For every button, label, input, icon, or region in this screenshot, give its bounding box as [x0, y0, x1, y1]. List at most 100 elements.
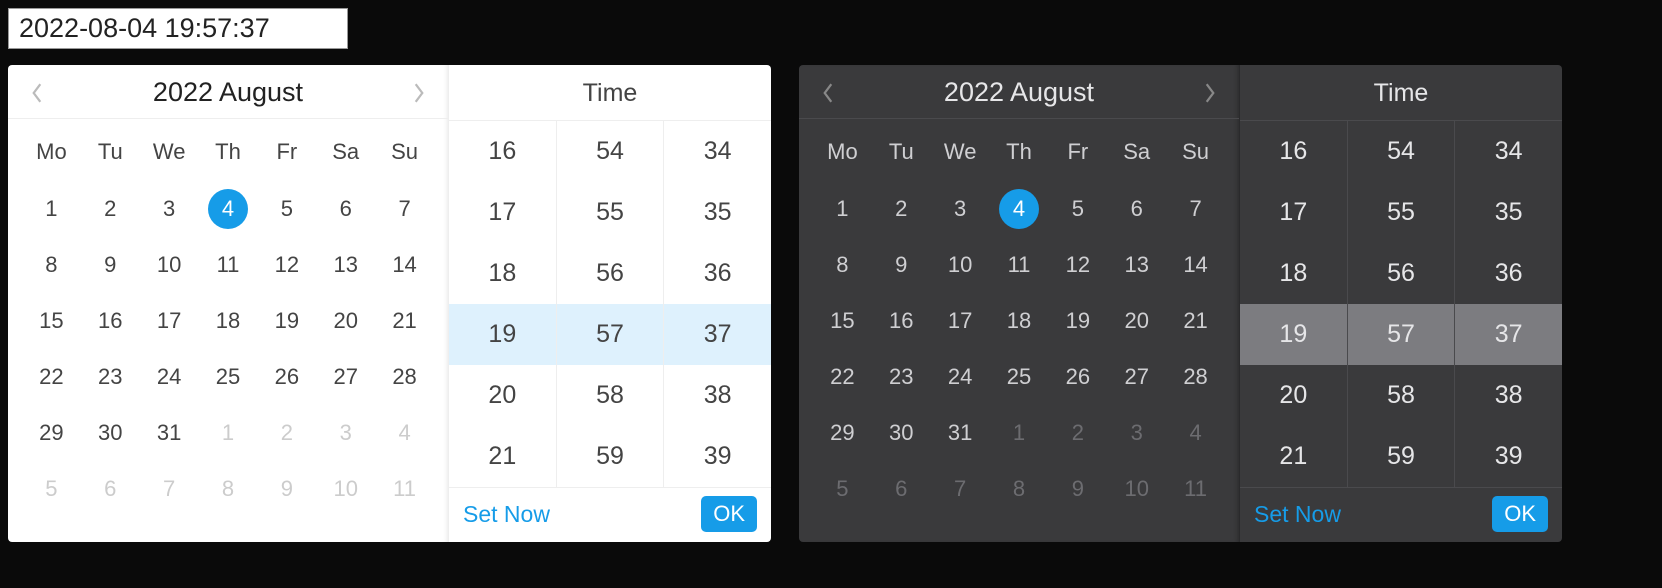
day-cell[interactable]: 12: [257, 239, 316, 291]
set-now-button[interactable]: Set Now: [463, 501, 550, 528]
time-cell[interactable]: 36: [1455, 243, 1562, 304]
day-cell[interactable]: 6: [1107, 183, 1166, 235]
day-cell[interactable]: 4: [375, 407, 434, 459]
day-cell[interactable]: 8: [813, 239, 872, 291]
day-cell[interactable]: 24: [140, 351, 199, 403]
day-cell[interactable]: 10: [316, 463, 375, 515]
time-cell[interactable]: 59: [557, 426, 664, 487]
day-cell[interactable]: 3: [140, 183, 199, 235]
day-cell[interactable]: 31: [140, 407, 199, 459]
time-cell[interactable]: 16: [449, 121, 556, 182]
day-cell[interactable]: 13: [316, 239, 375, 291]
day-cell[interactable]: 10: [140, 239, 199, 291]
day-cell[interactable]: 26: [257, 351, 316, 403]
day-cell[interactable]: 5: [813, 463, 872, 515]
day-cell[interactable]: 6: [872, 463, 931, 515]
time-cell[interactable]: 35: [664, 182, 771, 243]
day-cell[interactable]: 2: [1048, 407, 1107, 459]
prev-month-button[interactable]: [26, 82, 48, 104]
day-cell[interactable]: 11: [199, 239, 258, 291]
day-cell[interactable]: 27: [1107, 351, 1166, 403]
day-cell[interactable]: 31: [931, 407, 990, 459]
day-cell[interactable]: 10: [1107, 463, 1166, 515]
day-cell[interactable]: 25: [199, 351, 258, 403]
minute-column[interactable]: 545556575859: [556, 121, 664, 487]
day-cell[interactable]: 13: [1107, 239, 1166, 291]
next-month-button[interactable]: [408, 82, 430, 104]
day-cell[interactable]: 2: [81, 183, 140, 235]
day-cell[interactable]: 6: [81, 463, 140, 515]
day-cell[interactable]: 11: [375, 463, 434, 515]
day-cell[interactable]: 27: [316, 351, 375, 403]
next-month-button[interactable]: [1199, 82, 1221, 104]
time-cell[interactable]: 57: [557, 304, 664, 365]
hour-column[interactable]: 161718192021: [449, 121, 556, 487]
day-cell[interactable]: 8: [22, 239, 81, 291]
day-cell[interactable]: 11: [990, 239, 1049, 291]
day-cell[interactable]: 5: [257, 183, 316, 235]
day-cell[interactable]: 2: [872, 183, 931, 235]
time-cell[interactable]: 56: [557, 243, 664, 304]
day-cell[interactable]: 22: [813, 351, 872, 403]
day-cell[interactable]: 23: [81, 351, 140, 403]
day-cell[interactable]: 14: [1166, 239, 1225, 291]
time-cell[interactable]: 54: [557, 121, 664, 182]
day-cell[interactable]: 3: [1107, 407, 1166, 459]
day-cell[interactable]: 7: [1166, 183, 1225, 235]
day-cell[interactable]: 20: [316, 295, 375, 347]
time-cell[interactable]: 37: [664, 304, 771, 365]
day-cell[interactable]: 12: [1048, 239, 1107, 291]
day-cell[interactable]: 5: [22, 463, 81, 515]
time-cell[interactable]: 57: [1348, 304, 1455, 365]
datetime-input[interactable]: [8, 8, 348, 49]
time-cell[interactable]: 21: [449, 426, 556, 487]
day-cell[interactable]: 22: [22, 351, 81, 403]
minute-column[interactable]: 545556575859: [1347, 121, 1455, 487]
time-cell[interactable]: 55: [1348, 182, 1455, 243]
ok-button[interactable]: OK: [701, 496, 757, 532]
day-cell[interactable]: 28: [1166, 351, 1225, 403]
time-cell[interactable]: 17: [449, 182, 556, 243]
day-cell[interactable]: 3: [931, 183, 990, 235]
day-cell[interactable]: 8: [199, 463, 258, 515]
day-cell[interactable]: 26: [1048, 351, 1107, 403]
time-cell[interactable]: 59: [1348, 426, 1455, 487]
day-cell[interactable]: 8: [990, 463, 1049, 515]
time-cell[interactable]: 20: [1240, 365, 1347, 426]
time-cell[interactable]: 58: [557, 365, 664, 426]
time-cell[interactable]: 16: [1240, 121, 1347, 182]
day-cell[interactable]: 5: [1048, 183, 1107, 235]
day-cell[interactable]: 28: [375, 351, 434, 403]
time-cell[interactable]: 55: [557, 182, 664, 243]
time-cell[interactable]: 17: [1240, 182, 1347, 243]
day-cell[interactable]: 16: [872, 295, 931, 347]
day-cell[interactable]: 16: [81, 295, 140, 347]
time-cell[interactable]: 54: [1348, 121, 1455, 182]
day-cell[interactable]: 2: [257, 407, 316, 459]
second-column[interactable]: 343536373839: [1454, 121, 1562, 487]
time-cell[interactable]: 39: [1455, 426, 1562, 487]
time-cell[interactable]: 56: [1348, 243, 1455, 304]
hour-column[interactable]: 161718192021: [1240, 121, 1347, 487]
day-cell[interactable]: 30: [81, 407, 140, 459]
time-cell[interactable]: 19: [1240, 304, 1347, 365]
day-cell[interactable]: 17: [931, 295, 990, 347]
year-month-label[interactable]: 2022 August: [153, 77, 303, 108]
time-cell[interactable]: 21: [1240, 426, 1347, 487]
day-cell[interactable]: 9: [1048, 463, 1107, 515]
day-cell[interactable]: 19: [1048, 295, 1107, 347]
time-cell[interactable]: 18: [1240, 243, 1347, 304]
time-cell[interactable]: 35: [1455, 182, 1562, 243]
day-cell[interactable]: 18: [199, 295, 258, 347]
time-cell[interactable]: 37: [1455, 304, 1562, 365]
day-cell[interactable]: 18: [990, 295, 1049, 347]
day-cell[interactable]: 1: [990, 407, 1049, 459]
day-cell[interactable]: 19: [257, 295, 316, 347]
day-cell[interactable]: 6: [316, 183, 375, 235]
time-cell[interactable]: 39: [664, 426, 771, 487]
time-cell[interactable]: 19: [449, 304, 556, 365]
day-cell[interactable]: 9: [81, 239, 140, 291]
day-cell[interactable]: 20: [1107, 295, 1166, 347]
year-month-label[interactable]: 2022 August: [944, 77, 1094, 108]
prev-month-button[interactable]: [817, 82, 839, 104]
